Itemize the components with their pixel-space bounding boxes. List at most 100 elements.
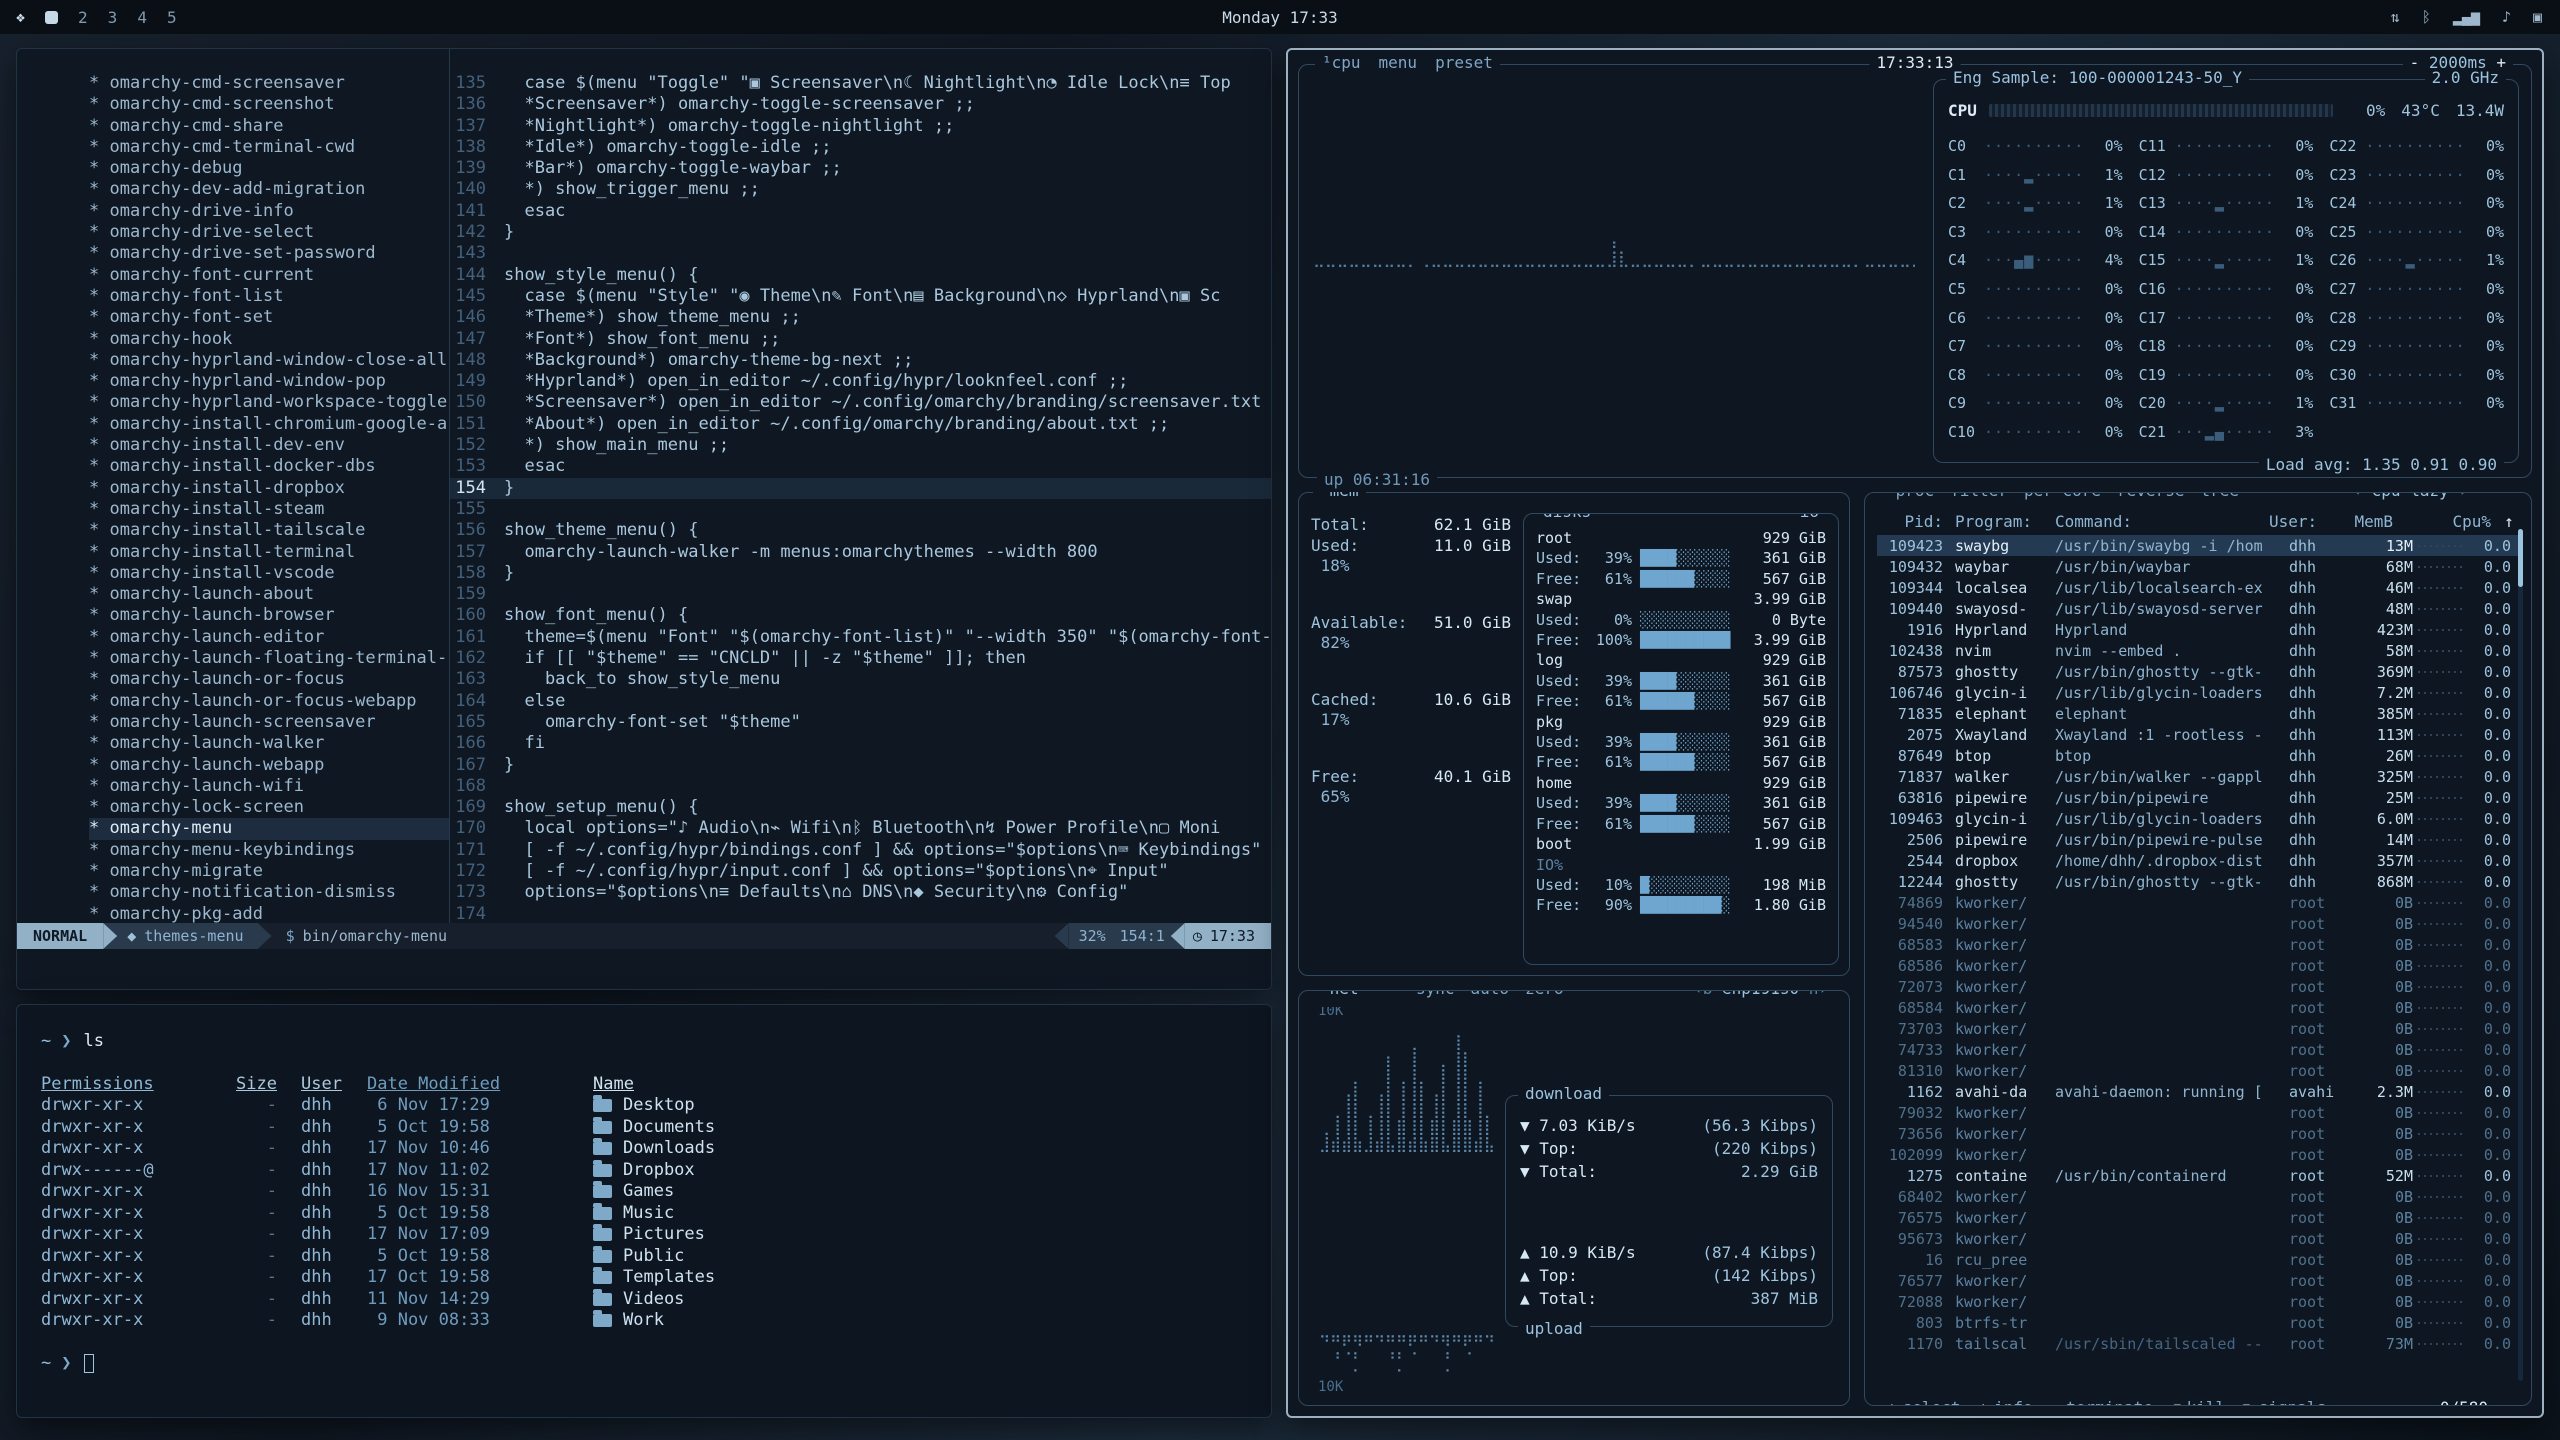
bluetooth-icon[interactable]: ᛒ [2422,8,2431,26]
process-row[interactable]: 109463 glycin-i /usr/lib/glycin-loaders … [1877,808,2519,829]
process-row[interactable]: 87573 ghostty /usr/bin/ghostty --gtk- dh… [1877,661,2519,682]
net-zero-toggle[interactable]: zero [1525,990,1564,998]
code-line[interactable]: 165 omarchy-font-set "$theme" [450,712,1271,733]
process-row[interactable]: 109432 waybar /usr/bin/waybar dhh 68M 0.… [1877,556,2519,577]
code-line[interactable]: 139 *Bar*) omarchy-toggle-waybar ;; [450,158,1271,179]
workspace-active-indicator[interactable] [45,11,58,24]
process-row[interactable]: 16 rcu_pree root 0B 0.0 [1877,1249,2519,1270]
process-row[interactable]: 81310 kworker/ root 0B 0.0 [1877,1060,2519,1081]
file-tree-item[interactable]: * omarchy-font-set [89,307,449,328]
file-tree-item[interactable]: * omarchy-pkg-add [89,904,449,923]
process-row[interactable]: 71837 walker /usr/bin/walker --gappl dhh… [1877,766,2519,787]
process-row[interactable]: 87649 btop btop dhh 26M 0.0 [1877,745,2519,766]
process-row[interactable]: 109344 localsea /usr/lib/localsearch-ex … [1877,577,2519,598]
process-row[interactable]: 2506 pipewire /usr/bin/pipewire-pulse dh… [1877,829,2519,850]
proc-reverse-toggle[interactable]: reverse [2117,492,2184,500]
file-tree-item[interactable]: * omarchy-launch-browser [89,605,449,626]
file-tree-item[interactable]: * omarchy-font-list [89,286,449,307]
file-tree-item[interactable]: * omarchy-drive-select [89,222,449,243]
column-user[interactable]: User: [2269,509,2335,535]
code-line[interactable]: 174 [450,904,1271,923]
process-row[interactable]: 12244 ghostty /usr/bin/ghostty --gtk- dh… [1877,871,2519,892]
signal-icon[interactable]: ▂▄▆ [2453,8,2480,26]
process-row[interactable]: 102438 nvim nvim --embed . dhh 58M 0.0 [1877,640,2519,661]
poll-decrease-button[interactable]: - [2410,53,2420,72]
code-line[interactable]: 162 if [[ "$theme" == "CNCLD" || -z "$th… [450,648,1271,669]
process-row[interactable]: 1275 containe /usr/bin/containerd root 5… [1877,1165,2519,1186]
file-tree-item[interactable]: * omarchy-hook [89,329,449,350]
process-row[interactable]: 68586 kworker/ root 0B 0.0 [1877,955,2519,976]
file-tree-item[interactable]: * omarchy-drive-info [89,201,449,222]
code-line[interactable]: 173 options="$options\n≡ Defaults\n⌂ DNS… [450,882,1271,903]
proc-scrollbar[interactable] [2518,529,2523,1381]
file-tree-item[interactable]: * omarchy-launch-about [89,584,449,605]
code-line[interactable]: 148 *Background*) omarchy-theme-bg-next … [450,350,1271,371]
file-tree-item[interactable]: * omarchy-hyprland-workspace-toggle [89,392,449,413]
code-line[interactable]: 160 show_font_menu() { [450,605,1271,626]
process-row[interactable]: 68402 kworker/ root 0B 0.0 [1877,1186,2519,1207]
file-tree-item[interactable]: * omarchy-cmd-share [89,116,449,137]
footer-signals[interactable]: ⌦signals [2243,1398,2326,1406]
net-auto-toggle[interactable]: auto [1471,990,1510,998]
process-row[interactable]: 95673 kworker/ root 0B 0.0 [1877,1228,2519,1249]
file-tree-item[interactable]: * omarchy-menu [89,818,449,839]
sort-mode[interactable]: cpu lazy [2372,492,2449,500]
file-tree-item[interactable]: * omarchy-install-dev-env [89,435,449,456]
proc-filter-button[interactable]: filter [1950,492,2008,500]
column-cpu[interactable]: Cpu% [2449,509,2499,535]
file-tree-item[interactable]: * omarchy-launch-wifi [89,776,449,797]
file-tree-item[interactable]: * omarchy-install-steam [89,499,449,520]
process-row[interactable]: 1162 avahi-da avahi-daemon: running [ av… [1877,1081,2519,1102]
iface-next-button[interactable]: n› [1809,990,1828,998]
scroll-up-icon[interactable]: ↑ [2499,509,2519,535]
prompt-line-empty[interactable]: ~ ❯ [41,1353,1271,1375]
tab-io[interactable]: io [1793,513,1826,521]
file-tree-item[interactable]: * omarchy-launch-floating-terminal- [89,648,449,669]
proc-tree-toggle[interactable]: tree [2200,492,2239,500]
code-line[interactable]: 135 case $(menu "Toggle" "▣ Screensaver\… [450,73,1271,94]
file-tree-item[interactable]: * omarchy-launch-screensaver [89,712,449,733]
code-line[interactable]: 144 show_style_menu() { [450,265,1271,286]
footer-kill[interactable]: ⌫kill [2171,1398,2225,1406]
file-tree-item[interactable]: * omarchy-install-chromium-google-a [89,414,449,435]
code-line[interactable]: 159 [450,584,1271,605]
code-line[interactable]: 158 } [450,563,1271,584]
column-program[interactable]: Program: [1955,509,2055,535]
code-line[interactable]: 166 fi [450,733,1271,754]
iface-prev-button[interactable]: ‹b [1693,990,1712,998]
process-row[interactable]: 76575 kworker/ root 0B 0.0 [1877,1207,2519,1228]
file-tree-item[interactable]: * omarchy-lock-screen [89,797,449,818]
process-row[interactable]: 73703 kworker/ root 0B 0.0 [1877,1018,2519,1039]
process-row[interactable]: 94540 kworker/ root 0B 0.0 [1877,913,2519,934]
file-tree-item[interactable]: * omarchy-migrate [89,861,449,882]
file-tree-item[interactable]: * omarchy-cmd-terminal-cwd [89,137,449,158]
column-mem[interactable]: MemB [2335,509,2393,535]
process-row[interactable]: 1170 tailscal /usr/sbin/tailscaled -- ro… [1877,1333,2519,1354]
code-line[interactable]: 153 esac [450,456,1271,477]
process-row[interactable]: 73656 kworker/ root 0B 0.0 [1877,1123,2519,1144]
file-tree-item[interactable]: * omarchy-hyprland-window-pop [89,371,449,392]
code-line[interactable]: 155 [450,499,1271,520]
file-tree-item[interactable]: * omarchy-install-tailscale [89,520,449,541]
code-line[interactable]: 137 *Nightlight*) omarchy-toggle-nightli… [450,116,1271,137]
file-tree-item[interactable]: * omarchy-install-vscode [89,563,449,584]
process-row[interactable]: 109440 swayosd- /usr/lib/swayosd-server … [1877,598,2519,619]
file-tree-item[interactable]: * omarchy-cmd-screenshot [89,94,449,115]
code-line[interactable]: 170 local options="♪ Audio\n⌁ Wifi\nᛒ Bl… [450,818,1271,839]
footer-info[interactable]: ↓info [1978,1398,2032,1406]
process-row[interactable]: 74869 kworker/ root 0B 0.0 [1877,892,2519,913]
code-line[interactable]: 146 *Theme*) show_theme_menu ;; [450,307,1271,328]
file-tree-item[interactable]: * omarchy-launch-walker [89,733,449,754]
file-tree-item[interactable]: * omarchy-launch-webapp [89,755,449,776]
code-line[interactable]: 163 back_to show_style_menu [450,669,1271,690]
code-line[interactable]: 141 esac [450,201,1271,222]
launcher-icon[interactable]: ❖ [16,8,25,26]
command-line-area[interactable] [17,949,1271,989]
process-row[interactable]: 76577 kworker/ root 0B 0.0 [1877,1270,2519,1291]
code-line[interactable]: 172 [ -f ~/.config/hypr/input.conf ] && … [450,861,1271,882]
process-row[interactable]: 2075 Xwayland Xwayland :1 -rootless - dh… [1877,724,2519,745]
sort-prev-button[interactable]: ‹ [2352,492,2362,500]
proc-scrollbar-thumb[interactable] [2518,529,2523,587]
code-line[interactable]: 143 [450,243,1271,264]
process-row[interactable]: 72073 kworker/ root 0B 0.0 [1877,976,2519,997]
